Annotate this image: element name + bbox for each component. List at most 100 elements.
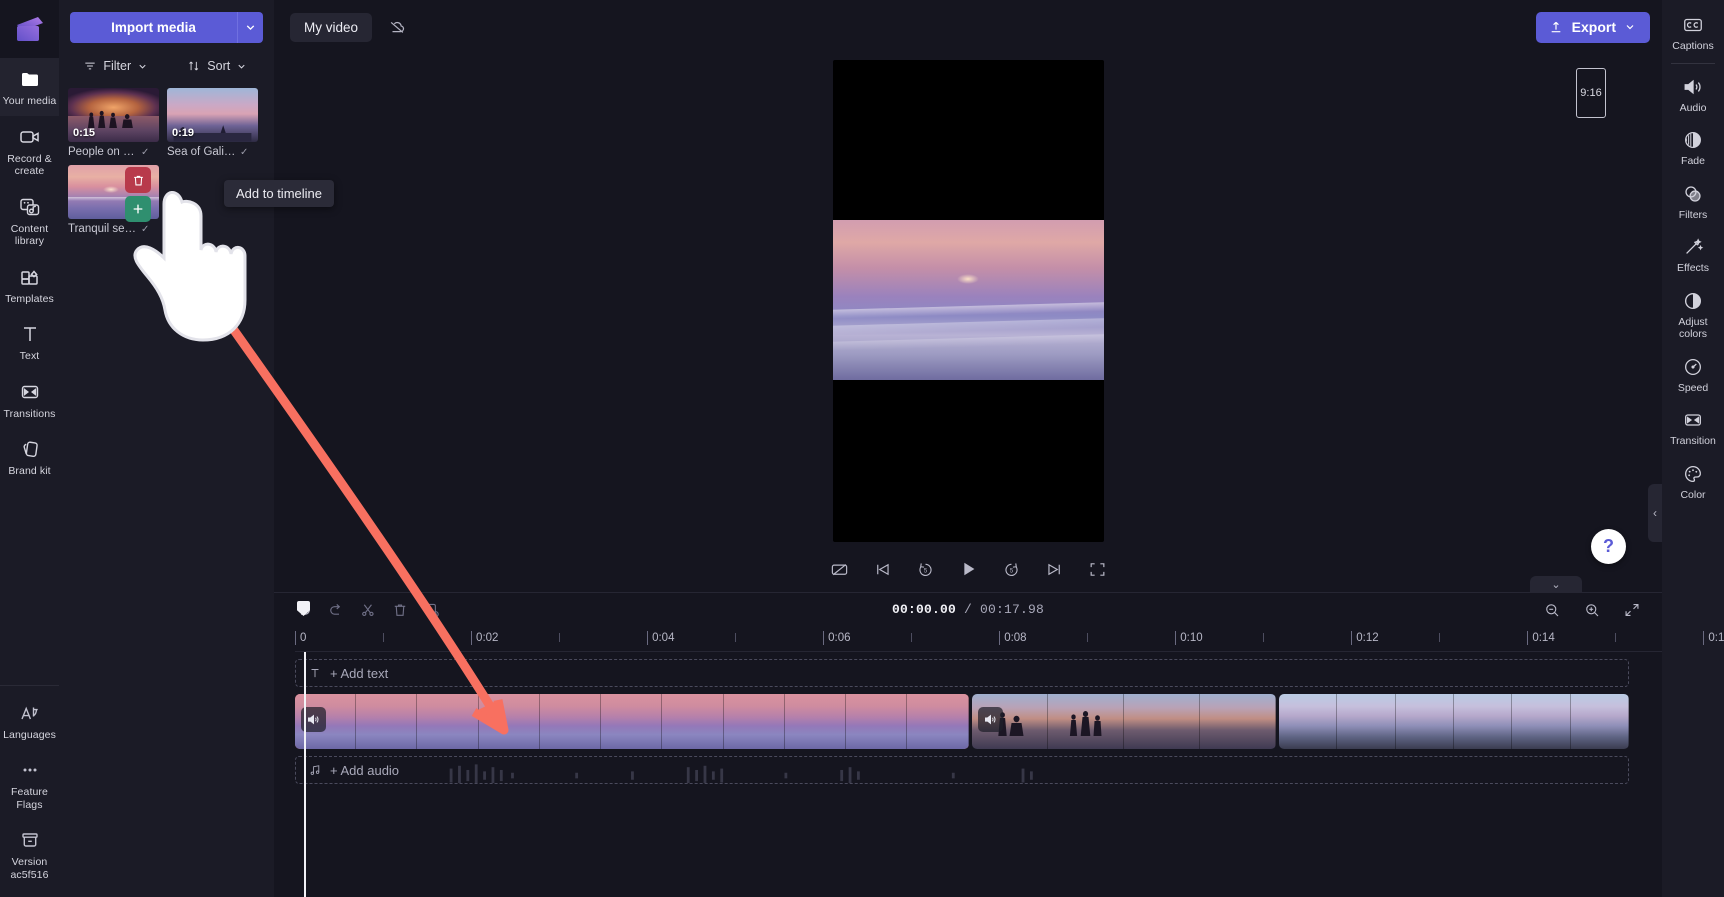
timeline-clip-tranquil[interactable] — [295, 694, 969, 749]
media-item-hovered[interactable]: Tranquil sea a... ✓ — [68, 165, 159, 235]
media-thumbnail[interactable]: 0:19 — [167, 88, 258, 142]
filter-button[interactable]: Filter — [67, 54, 165, 78]
sort-button[interactable]: Sort — [169, 54, 267, 78]
panel-item-captions[interactable]: Captions — [1662, 6, 1724, 60]
media-grid: 0:15 People on be... ✓ 0:19 Sea of Galil… — [59, 86, 274, 235]
audio-track-placeholder[interactable]: + Add audio — [295, 756, 1629, 784]
timeline-toolbar: 00:00.00 / 00:17.98 — [274, 593, 1662, 626]
audio-speaker-icon — [1684, 79, 1701, 94]
zoom-out-button[interactable] — [1536, 597, 1568, 623]
audio-waveform — [449, 764, 1033, 783]
fullscreen-icon — [1090, 562, 1104, 576]
clip-audio-icon[interactable] — [977, 707, 1003, 732]
people-silhouette-icon — [1069, 711, 1102, 736]
fullscreen-button[interactable] — [1084, 556, 1110, 582]
text-track-placeholder[interactable]: + Add text — [295, 659, 1629, 687]
sidebar-item-languages[interactable]: Languages — [0, 692, 59, 750]
sidebar-item-text[interactable]: Text — [0, 313, 59, 371]
chevron-down-icon — [1626, 25, 1634, 30]
delete-clip-button[interactable] — [384, 597, 416, 623]
media-thumbnail[interactable]: 0:15 — [68, 88, 159, 142]
panel-item-filters[interactable]: Filters — [1662, 175, 1724, 229]
playhead[interactable] — [304, 652, 306, 897]
timeline-ruler[interactable]: 0 0:02 0:04 0:06 0:08 0:10 0:12 0:14 0:16 — [295, 626, 1724, 652]
panel-item-fade[interactable]: Fade — [1662, 121, 1724, 175]
sidebar-item-record-create[interactable]: Record & create — [0, 116, 59, 186]
import-media-button[interactable]: Import media — [70, 12, 237, 43]
panel-item-effects[interactable]: Effects — [1662, 228, 1724, 282]
ruler-tick-major — [471, 631, 473, 645]
play-button[interactable] — [955, 556, 981, 582]
ruler-tick-label: 0:08 — [1004, 632, 1027, 644]
rewind-5-icon: 5 — [918, 562, 932, 576]
jump-to-end-button[interactable] — [1041, 556, 1067, 582]
panel-item-speed[interactable]: Speed — [1662, 348, 1724, 402]
timeline-clip-galilee[interactable] — [1278, 694, 1629, 749]
fit-to-screen-icon — [1625, 603, 1639, 616]
preview-art — [832, 220, 1104, 380]
clip-frame — [1512, 694, 1571, 749]
help-button[interactable]: ? — [1591, 529, 1626, 564]
media-duration: 0:15 — [73, 127, 96, 139]
project-tab[interactable]: My video — [290, 12, 373, 42]
aspect-ratio-button[interactable]: 9:16 — [1576, 68, 1606, 118]
ruler-tick-label: 0:10 — [1180, 632, 1203, 644]
text-t-icon — [23, 327, 36, 341]
collapse-right-panel-button[interactable]: ‹ — [1648, 484, 1662, 542]
timeline-time-readout: 00:00.00 / 00:17.98 — [892, 602, 1044, 617]
import-media-dropdown-button[interactable] — [237, 12, 263, 43]
trash-icon — [133, 175, 143, 185]
app-logo[interactable] — [0, 0, 59, 58]
video-preview[interactable] — [832, 60, 1104, 542]
cloud-off-icon — [390, 21, 405, 33]
ruler-tick-major — [823, 631, 825, 645]
preview-frame-content — [832, 220, 1104, 380]
ruler-tick-major — [1175, 631, 1177, 645]
timeline-clip-people[interactable] — [971, 694, 1276, 749]
ruler-tick-major — [295, 631, 296, 645]
forward-5-button[interactable]: 5 — [998, 556, 1024, 582]
media-item[interactable]: 0:15 People on be... ✓ — [68, 88, 159, 158]
cloud-sync-status-button[interactable] — [382, 13, 412, 42]
panel-item-label: Effects — [1677, 262, 1709, 274]
split-button[interactable] — [352, 597, 384, 623]
panel-item-transition[interactable]: Transition — [1662, 401, 1724, 455]
redo-button[interactable] — [320, 597, 352, 623]
rail-divider — [1671, 62, 1715, 64]
sidebar-item-transitions[interactable]: Transitions — [0, 371, 59, 429]
media-title-row: Tranquil sea a... ✓ — [68, 223, 159, 235]
timeline-tracks: + Add text + Add audio — [295, 601, 1662, 897]
add-text-label: + Add text — [330, 665, 389, 681]
sort-label: Sort — [207, 59, 231, 73]
add-to-timeline-button[interactable] — [125, 196, 151, 222]
sidebar-item-your-media[interactable]: Your media — [0, 58, 59, 116]
sidebar-item-feature-flags[interactable]: Feature Flags — [0, 749, 59, 819]
speed-gauge-icon — [1685, 358, 1701, 375]
sidebar-item-brand-kit[interactable]: Brand kit — [0, 428, 59, 486]
panel-item-adjust-colors[interactable]: Adjust colors — [1662, 282, 1724, 348]
sidebar-item-content-library[interactable]: Content library — [0, 186, 59, 256]
media-title-row: People on be... ✓ — [68, 146, 159, 158]
zoom-in-button[interactable] — [1576, 597, 1608, 623]
export-button[interactable]: Export — [1535, 11, 1650, 43]
media-selected-check-icon: ✓ — [141, 223, 150, 235]
add-to-timeline-tooltip: Add to timeline — [224, 180, 334, 207]
rewind-5-button[interactable]: 5 — [912, 556, 938, 582]
jump-to-start-button[interactable] — [869, 556, 895, 582]
sidebar-item-version[interactable]: Version ac5f516 — [0, 819, 59, 889]
ruler-tick-label: 0:12 — [1356, 632, 1379, 644]
clip-frame — [784, 694, 847, 749]
fit-to-screen-button[interactable] — [1616, 597, 1648, 623]
preview-stage: 9:16 5 5 ? ‹ ⌄ — [274, 54, 1662, 592]
collapse-timeline-button[interactable]: ⌄ — [1530, 576, 1582, 592]
delete-media-button[interactable] — [125, 167, 151, 193]
panel-item-audio[interactable]: Audio — [1662, 68, 1724, 122]
music-note-icon — [310, 765, 320, 775]
forward-5-icon: 5 — [1004, 562, 1018, 576]
duplicate-clip-button[interactable] — [416, 597, 448, 623]
toggle-captions-button[interactable] — [826, 556, 852, 582]
sidebar-item-templates[interactable]: Templates — [0, 256, 59, 314]
clip-frame — [356, 694, 418, 749]
media-item[interactable]: 0:19 Sea of Galilee ... ✓ — [167, 88, 258, 158]
panel-item-color[interactable]: Color — [1662, 455, 1724, 509]
